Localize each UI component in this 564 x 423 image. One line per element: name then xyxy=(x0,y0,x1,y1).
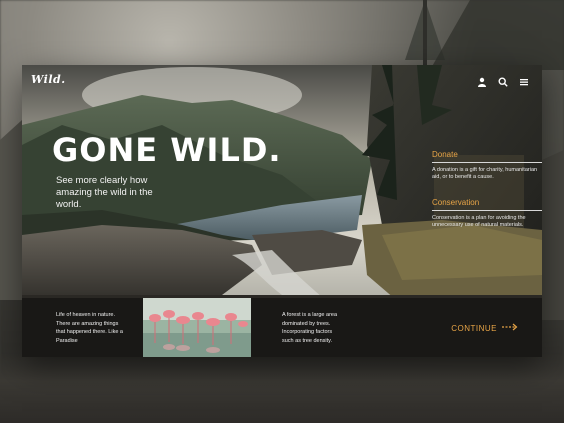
search-icon[interactable] xyxy=(498,74,508,87)
backdrop-rocks xyxy=(0,353,564,423)
bottom-bar: Life of heaven in nature. There are amaz… xyxy=(22,298,542,357)
menu-icon[interactable] xyxy=(519,74,529,86)
continue-label: CONTINUE xyxy=(451,323,497,333)
conservation-text: Conservation is a plan for avoiding the … xyxy=(432,215,526,228)
donate-panel[interactable]: Donate A donation is a gift for charity,… xyxy=(432,150,542,181)
user-icon[interactable] xyxy=(477,74,487,87)
top-nav xyxy=(477,74,529,87)
continue-button[interactable]: CONTINUE xyxy=(451,323,518,333)
donate-title[interactable]: Donate xyxy=(432,150,542,163)
conservation-title[interactable]: Conservation xyxy=(432,198,542,211)
hero-title: GONE WILD. xyxy=(52,131,282,169)
conservation-panel[interactable]: Conservation Conservation is a plan for … xyxy=(432,198,542,229)
forest-text: A forest is a large area dominated by tr… xyxy=(282,312,338,344)
donate-text: A donation is a gift for charity, humani… xyxy=(432,167,538,180)
flamingo-thumbnail[interactable] xyxy=(143,298,251,357)
brand-logo[interactable]: Wild. xyxy=(31,73,66,86)
paradise-text: Life of heaven in nature. There are amaz… xyxy=(56,312,123,344)
arrow-right-icon xyxy=(502,323,518,333)
hero-card: Wild. GONE WILD. See more clearly how am… xyxy=(22,65,542,357)
hero-subtitle: See more clearly how amazing the wild in… xyxy=(56,175,153,210)
